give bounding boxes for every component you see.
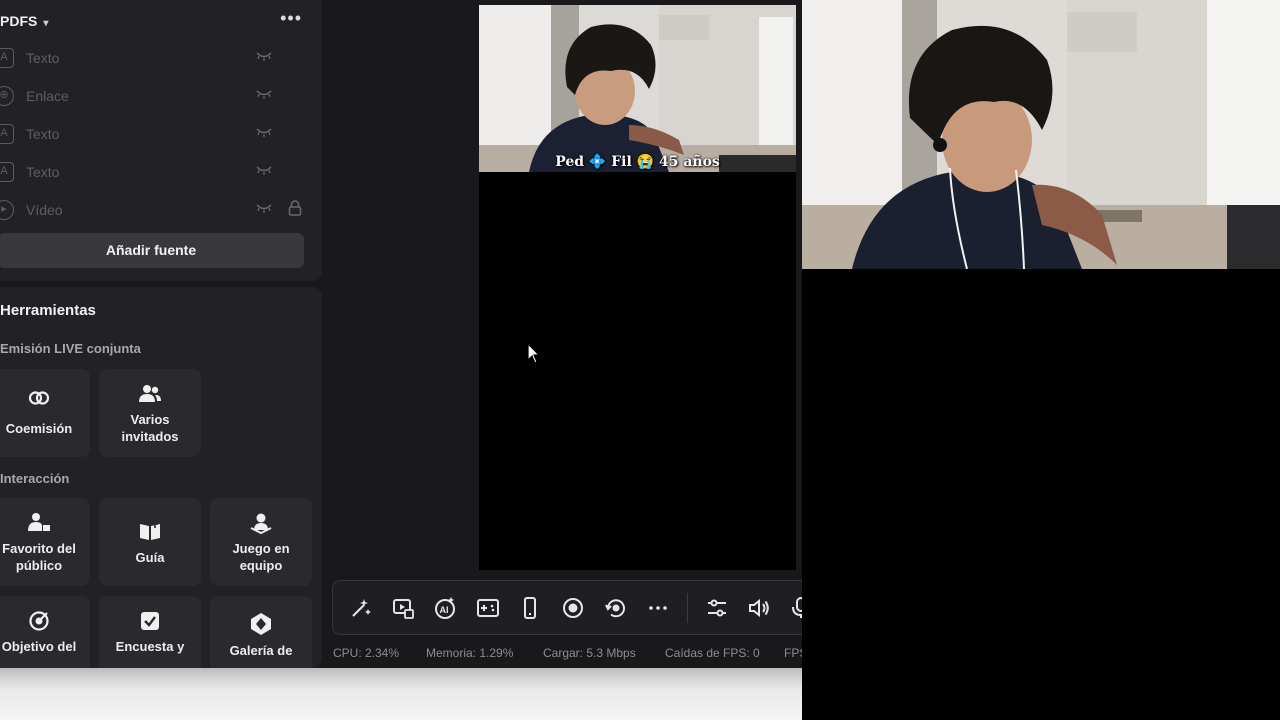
source-item-video[interactable]: ▸ Vídeo (0, 198, 310, 222)
team-game-icon (210, 512, 312, 534)
fps-stat: FPS (784, 646, 802, 660)
memory-stat: Memoria: 1.29% (426, 646, 514, 660)
svg-text:AI: AI (440, 605, 449, 615)
replay-icon[interactable] (604, 596, 628, 620)
tile-label: Juego en equipo (232, 541, 290, 573)
desktop-background (0, 668, 802, 720)
tool-objetivo[interactable]: Objetivo del (0, 596, 90, 668)
camera-feed (802, 0, 1280, 269)
eye-hidden-icon[interactable] (256, 89, 272, 99)
source-label: Enlace (26, 88, 69, 104)
source-label: Texto (26, 164, 60, 180)
webcam-image (479, 5, 796, 172)
tool-juego-en-equipo[interactable]: Juego en equipo (210, 498, 312, 586)
gallery-icon (210, 612, 312, 635)
tile-label: Objetivo del (1, 639, 77, 654)
tool-varios-invitados[interactable]: Varios invitados (99, 369, 201, 457)
section-title: Emisión LIVE conjunta (0, 341, 141, 356)
cpu-stat: CPU: 2.34% (333, 646, 400, 660)
camera-output-window (802, 0, 1280, 720)
source-item-enlace[interactable]: ⊕ Enlace (0, 84, 310, 108)
book-icon (99, 520, 201, 542)
scene-header[interactable]: PDFS ▾ ••• (0, 8, 310, 32)
settings-sliders-icon[interactable] (705, 596, 729, 620)
source-item-texto[interactable]: A Texto (0, 46, 310, 70)
tools-panel: Herramientas Emisión LIVE conjunta Coemi… (0, 287, 322, 668)
source-label: Vídeo (26, 202, 63, 218)
text-icon: A (0, 124, 14, 144)
tool-galeria[interactable]: Galería de (210, 596, 312, 668)
section-title: Interacción (0, 471, 70, 486)
scene-title[interactable]: PDFS ▾ (0, 13, 48, 29)
audience-icon (0, 512, 90, 534)
play-icon: ▸ (0, 200, 14, 220)
tool-coemision[interactable]: Coemisión (0, 369, 90, 457)
add-source-button[interactable]: Añadir fuente (0, 233, 304, 268)
eye-hidden-icon[interactable] (256, 203, 272, 213)
tile-label: Encuesta y (115, 639, 185, 654)
eye-hidden-icon[interactable] (256, 127, 272, 137)
poll-icon (99, 610, 201, 632)
tool-encuesta[interactable]: Encuesta y (99, 596, 201, 668)
lock-icon[interactable] (288, 200, 302, 216)
record-icon[interactable] (561, 596, 585, 620)
preview-toolbar: AI (332, 580, 802, 635)
screen-share-icon[interactable] (391, 596, 415, 620)
stream-preview[interactable]: Ped 💠 Fil 😭 45 años (479, 5, 796, 570)
tile-label: Guía (135, 550, 165, 565)
magic-wand-icon[interactable] (349, 596, 373, 620)
eye-hidden-icon[interactable] (256, 51, 272, 61)
mobile-device-icon[interactable] (518, 596, 542, 620)
overlay-text[interactable]: Ped 💠 Fil 😭 45 años (479, 154, 796, 170)
camera-source-preview[interactable]: Ped 💠 Fil 😭 45 años (479, 5, 796, 172)
source-label: Texto (26, 50, 60, 66)
more-tools-icon[interactable] (646, 596, 670, 620)
tool-favorito-del-publico[interactable]: Favorito del público (0, 498, 90, 586)
target-icon (0, 610, 90, 632)
source-label: Texto (26, 126, 60, 142)
eye-hidden-icon[interactable] (256, 165, 272, 175)
fps-drops-stat: Caídas de FPS: 0 (665, 646, 760, 660)
text-icon: A (0, 48, 14, 68)
microphone-icon[interactable] (789, 596, 802, 620)
source-item-texto[interactable]: A Texto (0, 122, 310, 146)
text-icon: A (0, 162, 14, 182)
studio-window: PDFS ▾ ••• A Texto ⊕ Enlace A Texto A Tex… (0, 0, 802, 668)
tile-label: Coemisión (5, 421, 73, 436)
game-capture-icon[interactable] (476, 596, 500, 620)
tool-guia[interactable]: Guía (99, 498, 201, 586)
mouse-cursor-icon (527, 343, 541, 364)
source-item-texto[interactable]: A Texto (0, 160, 310, 184)
tile-label: Varios invitados (121, 412, 179, 444)
more-options-icon[interactable]: ••• (280, 8, 302, 29)
toolbar-divider (687, 593, 688, 623)
tools-title: Herramientas (0, 302, 96, 319)
users-icon (99, 383, 201, 405)
link-icon (0, 387, 90, 409)
tile-label: Favorito del público (2, 541, 76, 573)
sources-panel: PDFS ▾ ••• A Texto ⊕ Enlace A Texto A Tex… (0, 0, 322, 281)
upload-stat: Cargar: 5.3 Mbps (543, 646, 636, 660)
ai-effects-icon[interactable]: AI (433, 596, 457, 620)
volume-icon[interactable] (747, 596, 771, 620)
tile-label: Galería de (229, 643, 293, 658)
globe-icon: ⊕ (0, 86, 14, 106)
chevron-down-icon[interactable]: ▾ (43, 18, 48, 29)
webcam-image-large (802, 0, 1280, 269)
